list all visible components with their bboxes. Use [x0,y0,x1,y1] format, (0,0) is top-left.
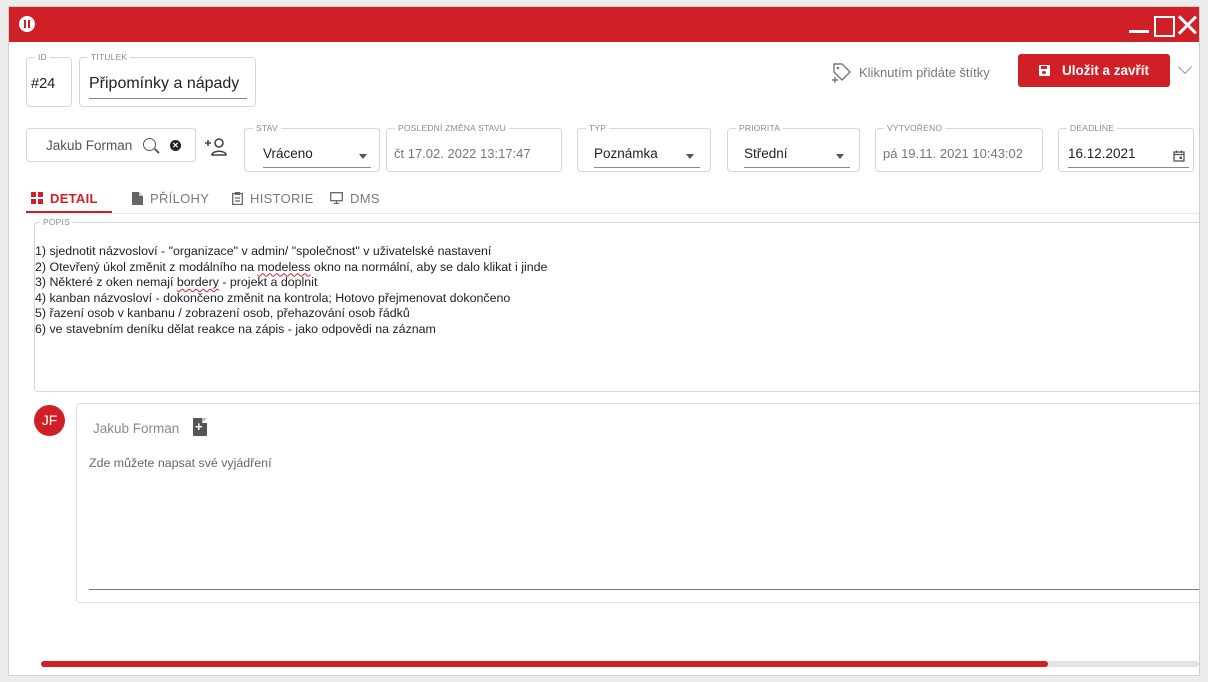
id-label: ID [35,52,50,63]
description-text[interactable]: 1) sjednotit názvosloví - "organizace" v… [35,244,547,338]
tag-add-icon [832,63,851,83]
description-line: 3) Některé z oken nemají bordery - proje… [35,275,318,290]
priority-value: Střední [744,146,788,161]
calendar-icon[interactable] [1173,150,1185,162]
chevron-down-icon [686,154,694,159]
title-field[interactable]: TITULEK Připomínky a nápady [79,52,256,107]
tab-history-label: HISTORIE [250,190,314,206]
last-status-change-field: POSLEDNÍ ZMĚNA STAVU čt 17.02. 2022 13:1… [386,123,562,172]
minimize-icon[interactable] [1126,12,1152,38]
save-and-close-button[interactable]: Uložit a zavřít [1018,54,1170,87]
floppy-icon [1038,65,1050,76]
clear-icon[interactable]: ✕ [170,140,181,151]
task-detail-window: ID #24 TITULEK Připomínky a nápady Klikn… [8,6,1200,676]
priority-label: PRIORITA [736,123,784,134]
status-select[interactable]: STAV Vráceno [244,123,380,172]
tab-divider [26,213,1199,214]
tab-history[interactable]: HISTORIE [232,183,314,213]
comment-author: Jakub Forman [93,421,180,436]
id-value: #24 [31,76,56,92]
description-line: 1) sjednotit názvosloví - "organizace" v… [35,244,492,258]
created-label: VYTVOŘENO [884,123,946,134]
status-label: STAV [253,123,281,134]
deadline-field[interactable]: DEADLINE 16.12.2021 [1058,123,1194,172]
monitor-icon [330,192,343,204]
horizontal-scrollbar[interactable] [41,661,1199,667]
title-input[interactable]: Připomínky a nápady [89,75,239,93]
tab-detail-label: DETAIL [50,190,98,206]
search-icon[interactable] [143,138,156,151]
title-underline [89,98,247,99]
status-value: Vráceno [263,146,313,161]
type-select[interactable]: TYP Poznámka [577,123,711,172]
tab-detail[interactable]: DETAIL [31,183,98,213]
created-field: VYTVOŘENO pá 19.11. 2021 10:43:02 [875,123,1043,172]
clipboard-icon [232,191,243,205]
tab-dms-label: DMS [350,190,380,206]
description-field[interactable]: POPIS 1) sjednotit názvosloví - "organiz… [34,217,1199,392]
tab-dms[interactable]: DMS [330,183,380,213]
type-value: Poznámka [594,146,658,161]
description-line: 6) ve stavebním deníku dělat reakce na z… [35,321,436,336]
comment-underline [89,589,1199,590]
document-add-icon[interactable] [193,418,207,436]
grid-icon [31,192,43,204]
save-and-close-label: Uložit a zavřít [1061,63,1150,78]
deadline-value: 16.12.2021 [1068,146,1136,161]
avatar: JF [34,405,65,436]
description-line: 2) Otevřený úkol změnit z modálního na m… [35,259,548,274]
app-logo-icon [19,16,35,32]
chevron-down-icon [836,154,844,159]
description-label: POPIS [40,217,73,228]
close-icon[interactable] [1174,12,1199,38]
add-user-icon[interactable] [204,137,228,157]
file-icon [132,191,143,205]
description-line: 4) kanban názvosloví - dokončeno změnit … [35,290,511,305]
title-bar[interactable] [9,7,1199,42]
tab-attachments-label: PŘÍLOHY [150,190,210,206]
comment-input[interactable] [89,456,1189,584]
scrollbar-thumb[interactable] [41,661,1049,667]
title-label: TITULEK [88,52,131,63]
tab-attachments[interactable]: PŘÍLOHY [132,183,209,213]
spellcheck-word: modeless [257,259,311,274]
comment-editor: Jakub Forman [76,403,1199,603]
maximize-icon[interactable] [1150,12,1176,38]
description-line: 5) řazení osob v kanbanu / zobrazení oso… [35,306,410,321]
add-tags-label: Kliknutím přidáte štítky [859,64,990,80]
add-tags-button[interactable]: Kliknutím přidáte štítky [831,61,990,83]
deadline-label: DEADLINE [1067,123,1118,134]
last-status-change-value: čt 17.02. 2022 13:17:47 [394,146,531,161]
created-value: pá 19.11. 2021 10:43:02 [883,146,1023,161]
chevron-down-icon [359,154,367,159]
assignee-value: Jakub Forman [46,138,133,153]
id-field: ID #24 [26,52,72,107]
chevron-down-icon[interactable] [1177,59,1193,75]
last-status-change-label: POSLEDNÍ ZMĚNA STAVU [395,123,510,134]
spellcheck-word: bordery [176,275,219,290]
assignee-search[interactable]: Jakub Forman ✕ [26,128,196,162]
type-label: TYP [586,123,610,134]
priority-select[interactable]: PRIORITA Střední [727,123,860,172]
